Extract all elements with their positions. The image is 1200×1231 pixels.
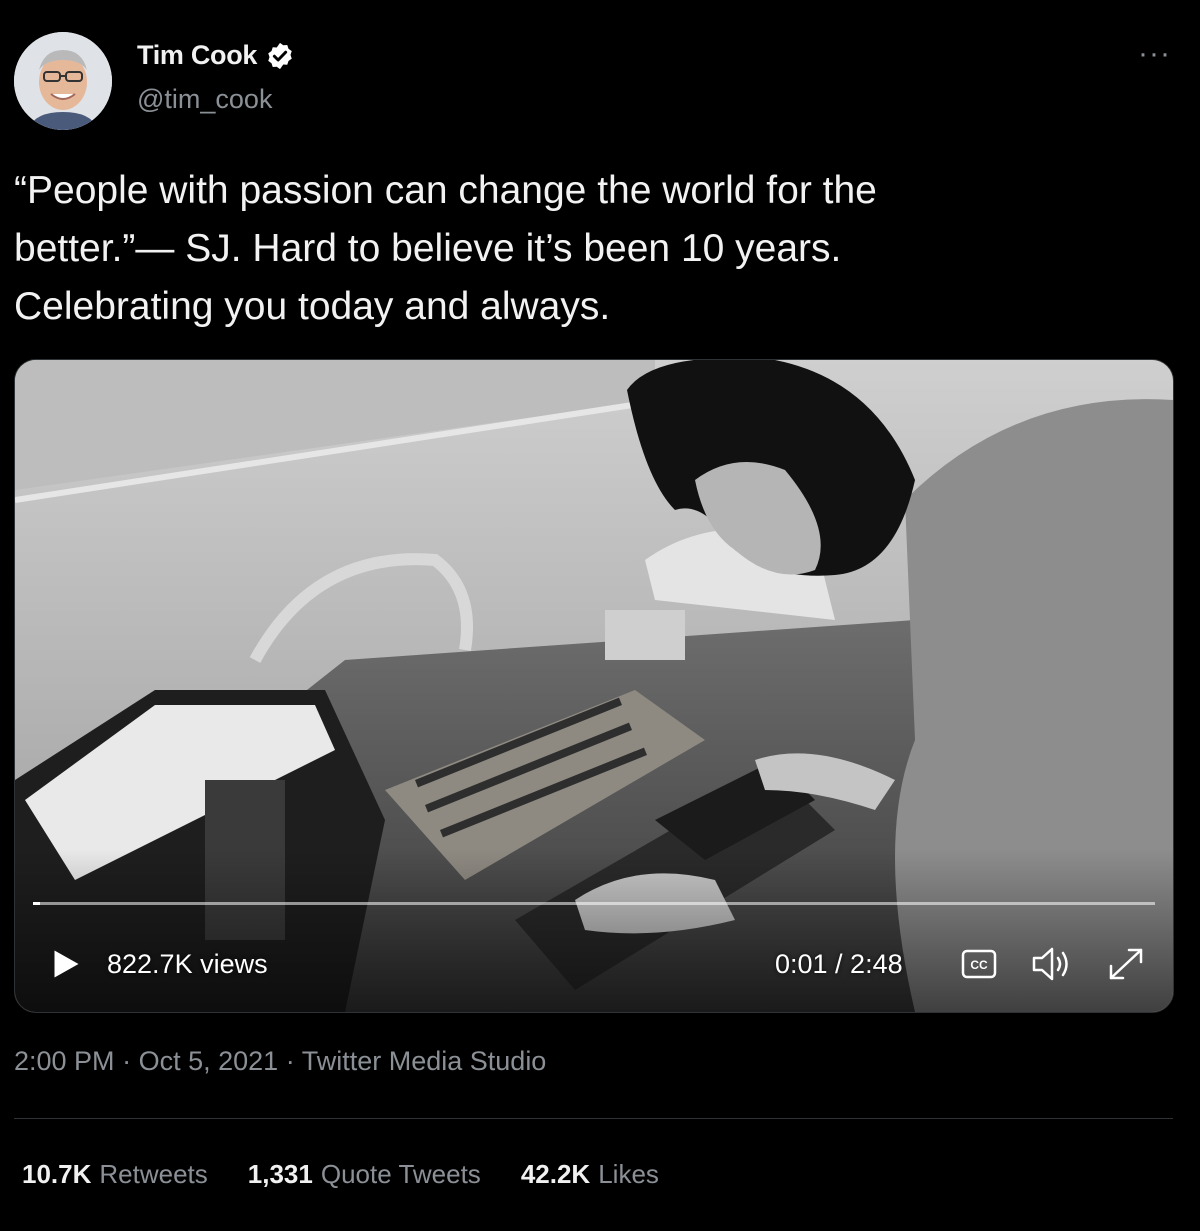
fullscreen-icon[interactable] [1105,944,1147,984]
video-time: 0:01 / 2:48 [775,949,903,979]
meta-separator: · [122,1046,132,1076]
play-icon[interactable] [47,946,83,982]
profile-photo-icon [14,32,112,130]
volume-icon[interactable] [1030,944,1074,984]
handle[interactable]: @tim_cook [137,84,272,115]
quote-tweets-label: Quote Tweets [320,1159,481,1189]
video-progress-fill [33,902,40,905]
verified-badge-icon [268,42,292,69]
quote-tweets-stat[interactable]: 1,331 Quote Tweets [248,1159,481,1190]
tweet-time[interactable]: 2:00 PM [14,1046,115,1076]
quote-tweets-count: 1,331 [247,1159,313,1189]
captions-icon[interactable]: CC [961,947,997,981]
tweet-text-line: better.”— SJ. Hard to believe it’s been … [14,227,842,270]
tweet-source[interactable]: Twitter Media Studio [302,1046,547,1076]
view-count: 822.7K views [107,949,268,979]
display-name[interactable]: Tim Cook [137,40,257,71]
video-progress-bar[interactable] [33,902,1155,905]
video-frame-image [15,360,1173,1012]
likes-stat[interactable]: 42.2K Likes [521,1159,659,1190]
video-player[interactable]: 822.7K views 0:01 / 2:48 CC [14,359,1174,1013]
captions-label: CC [970,958,988,972]
retweets-count: 10.7K [22,1159,92,1189]
retweets-stat[interactable]: 10.7K Retweets [22,1159,208,1190]
meta-separator: · [285,1046,295,1076]
tweet-text-line: Celebrating you today and always. [14,285,611,328]
tweet-text-line: “People with passion can change the worl… [14,169,877,212]
retweets-label: Retweets [99,1159,208,1189]
avatar[interactable] [14,32,112,130]
tweet-meta: 2:00 PM · Oct 5, 2021 · Twitter Media St… [14,1046,546,1077]
likes-label: Likes [598,1159,659,1189]
engagement-stats: 10.7K Retweets 1,331 Quote Tweets 42.2K Lik… [22,1159,659,1190]
more-options-icon[interactable]: ··· [1138,39,1171,69]
divider [14,1118,1173,1119]
tweet-text: “People with passion can change the worl… [14,162,1154,336]
tweet-date[interactable]: Oct 5, 2021 [139,1046,279,1076]
likes-count: 42.2K [520,1159,591,1189]
